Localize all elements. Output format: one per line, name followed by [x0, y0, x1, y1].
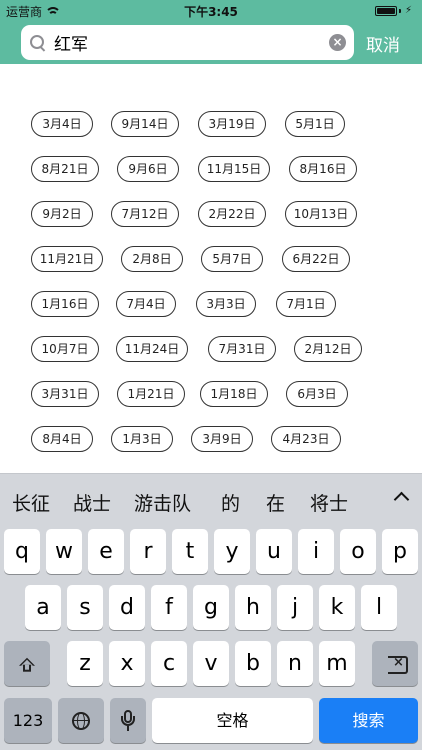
key-r[interactable]: r	[130, 529, 166, 574]
clear-icon[interactable]: ×	[329, 34, 346, 51]
date-tag[interactable]: 8月16日	[289, 156, 357, 182]
date-tag[interactable]: 4月23日	[271, 426, 341, 452]
date-tag[interactable]: 3月31日	[31, 381, 99, 407]
key-i[interactable]: i	[298, 529, 334, 574]
numbers-key[interactable]: 123	[4, 698, 52, 743]
status-time: 下午3:45	[184, 5, 238, 19]
search-bar[interactable]: ×	[21, 25, 354, 60]
microphone-key[interactable]	[110, 698, 146, 743]
chevron-up-icon[interactable]	[390, 486, 412, 508]
globe-key[interactable]	[58, 698, 104, 743]
date-tag[interactable]: 7月4日	[116, 291, 176, 317]
date-tag[interactable]: 1月21日	[117, 381, 185, 407]
space-key[interactable]: 空格	[152, 698, 313, 743]
date-tag[interactable]: 3月9日	[191, 426, 253, 452]
date-tag[interactable]: 6月22日	[282, 246, 350, 272]
key-c[interactable]: c	[151, 641, 187, 686]
key-u[interactable]: u	[256, 529, 292, 574]
backspace-icon: ×	[383, 655, 408, 674]
suggestion-item[interactable]: 在	[266, 489, 285, 516]
date-tag[interactable]: 11月15日	[198, 156, 270, 182]
date-tag[interactable]: 10月7日	[31, 336, 99, 362]
shift-icon	[19, 657, 35, 672]
date-tag[interactable]: 2月12日	[294, 336, 362, 362]
date-tag[interactable]: 2月8日	[121, 246, 183, 272]
key-z[interactable]: z	[67, 641, 103, 686]
date-tag[interactable]: 2月22日	[198, 201, 266, 227]
suggestion-bar: 长征 战士 游击队 的 在 将士	[0, 473, 422, 524]
key-s[interactable]: s	[67, 585, 103, 630]
key-m[interactable]: m	[319, 641, 355, 686]
search-input[interactable]	[52, 31, 316, 54]
date-tag[interactable]: 11月21日	[31, 246, 103, 272]
cancel-button[interactable]: 取消	[366, 31, 400, 56]
key-h[interactable]: h	[235, 585, 271, 630]
shift-key[interactable]	[4, 641, 50, 686]
tag-row: 8月21日 9月6日 11月15日 8月16日	[0, 156, 422, 182]
date-tag[interactable]: 1月16日	[31, 291, 99, 317]
date-tag[interactable]: 9月2日	[31, 201, 93, 227]
search-header: 运营商 下午3:45 ⚡ × 取消	[0, 0, 422, 64]
tag-row: 9月2日 7月12日 2月22日 10月13日	[0, 201, 422, 227]
date-tag[interactable]: 10月13日	[285, 201, 357, 227]
key-k[interactable]: k	[319, 585, 355, 630]
date-tag[interactable]: 1月18日	[200, 381, 268, 407]
suggestion-item[interactable]: 游击队	[134, 489, 191, 516]
key-w[interactable]: w	[46, 529, 82, 574]
tag-row: 3月4日 9月14日 3月19日 5月1日	[0, 111, 422, 137]
key-n[interactable]: n	[277, 641, 313, 686]
key-l[interactable]: l	[361, 585, 397, 630]
charging-icon: ⚡	[404, 5, 412, 16]
tag-row: 10月7日 11月24日 7月31日 2月12日	[0, 336, 422, 362]
date-tag[interactable]: 5月1日	[285, 111, 345, 137]
date-tag[interactable]: 8月4日	[31, 426, 93, 452]
suggestion-item[interactable]: 战士	[73, 489, 111, 516]
key-x[interactable]: x	[109, 641, 145, 686]
key-q[interactable]: q	[4, 529, 40, 574]
date-tag[interactable]: 7月31日	[208, 336, 276, 362]
key-d[interactable]: d	[109, 585, 145, 630]
key-b[interactable]: b	[235, 641, 271, 686]
date-tag[interactable]: 3月19日	[198, 111, 266, 137]
date-tag[interactable]: 3月4日	[31, 111, 93, 137]
globe-icon	[72, 711, 90, 730]
date-tag[interactable]: 3月3日	[196, 291, 256, 317]
date-tag[interactable]: 9月6日	[117, 156, 179, 182]
key-o[interactable]: o	[340, 529, 376, 574]
tag-row: 8月4日 1月3日 3月9日 4月23日	[0, 426, 422, 452]
suggestion-item[interactable]: 长征	[12, 489, 50, 516]
date-tag[interactable]: 7月1日	[276, 291, 336, 317]
suggestion-item[interactable]: 将士	[310, 489, 348, 516]
date-tag[interactable]: 9月14日	[111, 111, 179, 137]
search-key[interactable]: 搜索	[319, 698, 418, 743]
date-tag[interactable]: 8月21日	[31, 156, 99, 182]
date-tag[interactable]: 7月12日	[111, 201, 179, 227]
date-tag[interactable]: 1月3日	[111, 426, 173, 452]
status-bar: 运营商 下午3:45 ⚡	[0, 0, 422, 20]
tag-row: 1月16日 7月4日 3月3日 7月1日	[0, 291, 422, 317]
suggestion-item[interactable]: 的	[221, 489, 240, 516]
date-tag[interactable]: 5月7日	[201, 246, 263, 272]
key-t[interactable]: t	[172, 529, 208, 574]
tag-row: 11月21日 2月8日 5月7日 6月22日	[0, 246, 422, 272]
key-a[interactable]: a	[25, 585, 61, 630]
key-j[interactable]: j	[277, 585, 313, 630]
delete-key[interactable]: ×	[372, 641, 418, 686]
key-g[interactable]: g	[193, 585, 229, 630]
tag-row: 3月31日 1月21日 1月18日 6月3日	[0, 381, 422, 407]
date-tag[interactable]: 11月24日	[116, 336, 188, 362]
key-f[interactable]: f	[151, 585, 187, 630]
search-icon	[30, 34, 46, 52]
key-y[interactable]: y	[214, 529, 250, 574]
date-tag[interactable]: 6月3日	[286, 381, 348, 407]
battery-icon: ⚡	[374, 5, 412, 16]
keyboard: 长征 战士 游击队 的 在 将士 q w e r t y u i o p a s…	[0, 473, 422, 750]
key-v[interactable]: v	[193, 641, 229, 686]
key-p[interactable]: p	[382, 529, 418, 574]
key-e[interactable]: e	[88, 529, 124, 574]
microphone-icon	[121, 709, 135, 732]
